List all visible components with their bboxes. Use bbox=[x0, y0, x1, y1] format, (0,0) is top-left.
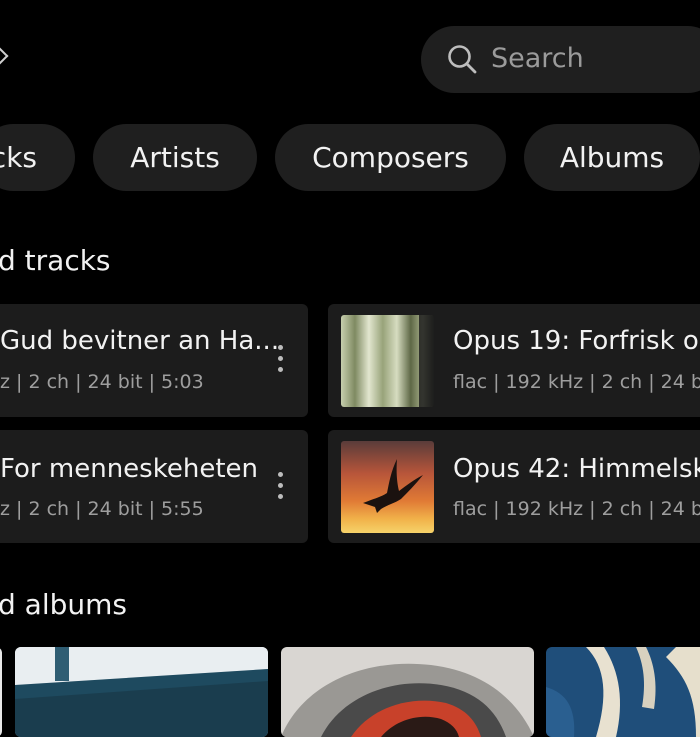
track-meta: flac | 192 kHz | 2 ch | 24 bi bbox=[453, 498, 700, 520]
album-artwork[interactable] bbox=[546, 647, 700, 737]
search-placeholder: Search bbox=[491, 43, 584, 74]
chip-composers[interactable]: Composers bbox=[275, 124, 506, 191]
search-icon bbox=[448, 45, 477, 74]
track-meta: flac | 192 kHz | 2 ch | 24 bi bbox=[453, 371, 700, 393]
more-options-icon[interactable] bbox=[278, 345, 284, 378]
chip-tracks[interactable]: cks bbox=[0, 124, 75, 191]
track-meta: z | 2 ch | 24 bit | 5:03 bbox=[0, 371, 204, 393]
album-artwork[interactable] bbox=[0, 647, 2, 737]
chip-albums[interactable]: Albums bbox=[524, 124, 700, 191]
track-title: For menneskeheten bbox=[0, 454, 258, 484]
tracks-section-title: d tracks bbox=[0, 244, 111, 277]
track-artwork bbox=[341, 315, 434, 407]
track-meta: z | 2 ch | 24 bit | 5:55 bbox=[0, 498, 204, 520]
album-artwork[interactable] bbox=[15, 647, 268, 737]
albums-section-title: d albums bbox=[0, 588, 127, 621]
back-chevron-icon[interactable] bbox=[0, 47, 9, 65]
track-card[interactable]: Opus 42: Himmelske flac | 192 kHz | 2 ch… bbox=[328, 430, 700, 543]
album-artwork[interactable] bbox=[281, 647, 534, 737]
track-title: Opus 19: Forfrisk og bbox=[453, 326, 700, 356]
track-card[interactable]: Opus 19: Forfrisk og flac | 192 kHz | 2 … bbox=[328, 304, 700, 417]
search-bar[interactable]: Search bbox=[421, 26, 700, 93]
more-options-icon[interactable] bbox=[278, 472, 284, 505]
track-title: Gud bevitner an Ha... bbox=[0, 326, 280, 356]
track-artwork bbox=[341, 441, 434, 533]
track-card[interactable]: Gud bevitner an Ha... z | 2 ch | 24 bit … bbox=[0, 304, 308, 417]
track-card[interactable]: For menneskeheten z | 2 ch | 24 bit | 5:… bbox=[0, 430, 308, 543]
track-title: Opus 42: Himmelske bbox=[453, 454, 700, 484]
chip-artists[interactable]: Artists bbox=[93, 124, 257, 191]
